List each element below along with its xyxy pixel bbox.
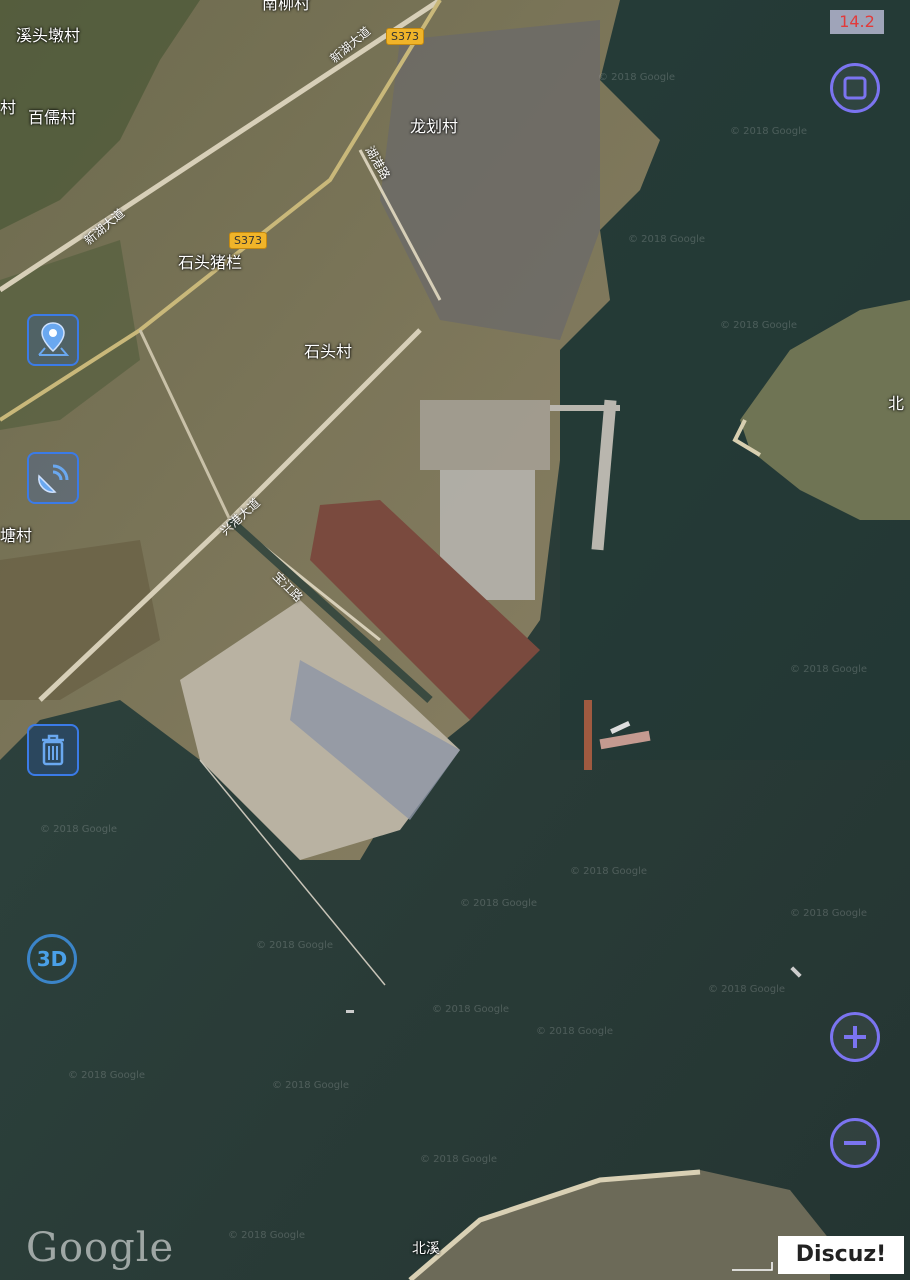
delete-button[interactable] <box>27 724 79 776</box>
map-watermark: © 2018 Google <box>228 1230 306 1241</box>
minus-icon <box>844 1141 866 1145</box>
place-label: 北溪 <box>412 1241 440 1257</box>
map-watermark: © 2018 Google <box>420 1154 498 1165</box>
map-watermark: © 2018 Google <box>272 1080 350 1091</box>
place-label: 石头村 <box>304 342 353 361</box>
zoom-out-button[interactable] <box>830 1118 880 1168</box>
map-pin-icon <box>38 322 70 356</box>
map-watermark: © 2018 Google <box>460 898 538 909</box>
map-watermark: © 2018 Google <box>708 984 786 995</box>
discuz-watermark: Discuz! <box>778 1236 904 1274</box>
map-watermark: © 2018 Google <box>628 234 706 245</box>
google-logo: Google <box>26 1225 175 1271</box>
highway-shield: S373 <box>386 28 424 45</box>
satellite-map[interactable] <box>0 0 910 1280</box>
map-watermark: © 2018 Google <box>720 320 798 331</box>
place-label: 石头猪栏 <box>178 253 243 272</box>
map-watermark: © 2018 Google <box>68 1070 146 1081</box>
fullscreen-button[interactable] <box>830 63 880 113</box>
map-watermark: © 2018 Google <box>432 1004 510 1015</box>
plus-icon <box>844 1026 866 1048</box>
place-label: 村 <box>0 98 17 117</box>
zoom-in-button[interactable] <box>830 1012 880 1062</box>
3d-toggle-button[interactable]: 3D <box>27 934 77 984</box>
map-watermark: © 2018 Google <box>598 72 676 83</box>
layer-overlay-button[interactable] <box>27 452 79 504</box>
place-label: 百儒村 <box>28 108 77 127</box>
place-label: 溪头墩村 <box>16 26 81 45</box>
map-watermark: © 2018 Google <box>790 664 868 675</box>
map-watermark: © 2018 Google <box>570 866 648 877</box>
map-watermark: © 2018 Google <box>536 1026 614 1037</box>
zoom-level-readout: 14.2 <box>830 10 884 34</box>
square-icon <box>843 76 867 100</box>
highway-shield: S373 <box>229 232 267 249</box>
map-watermark: © 2018 Google <box>790 908 868 919</box>
place-label: 塘村 <box>0 526 33 545</box>
map-watermark: © 2018 Google <box>730 126 808 137</box>
location-marker-button[interactable] <box>27 314 79 366</box>
place-label: 南柳村 <box>262 0 311 13</box>
place-label: 龙划村 <box>410 117 459 136</box>
trash-icon <box>42 734 64 766</box>
map-watermark: © 2018 Google <box>40 824 118 835</box>
place-label: 北 <box>888 394 905 413</box>
map-watermark: © 2018 Google <box>256 940 334 951</box>
satellite-dish-icon <box>38 464 69 493</box>
